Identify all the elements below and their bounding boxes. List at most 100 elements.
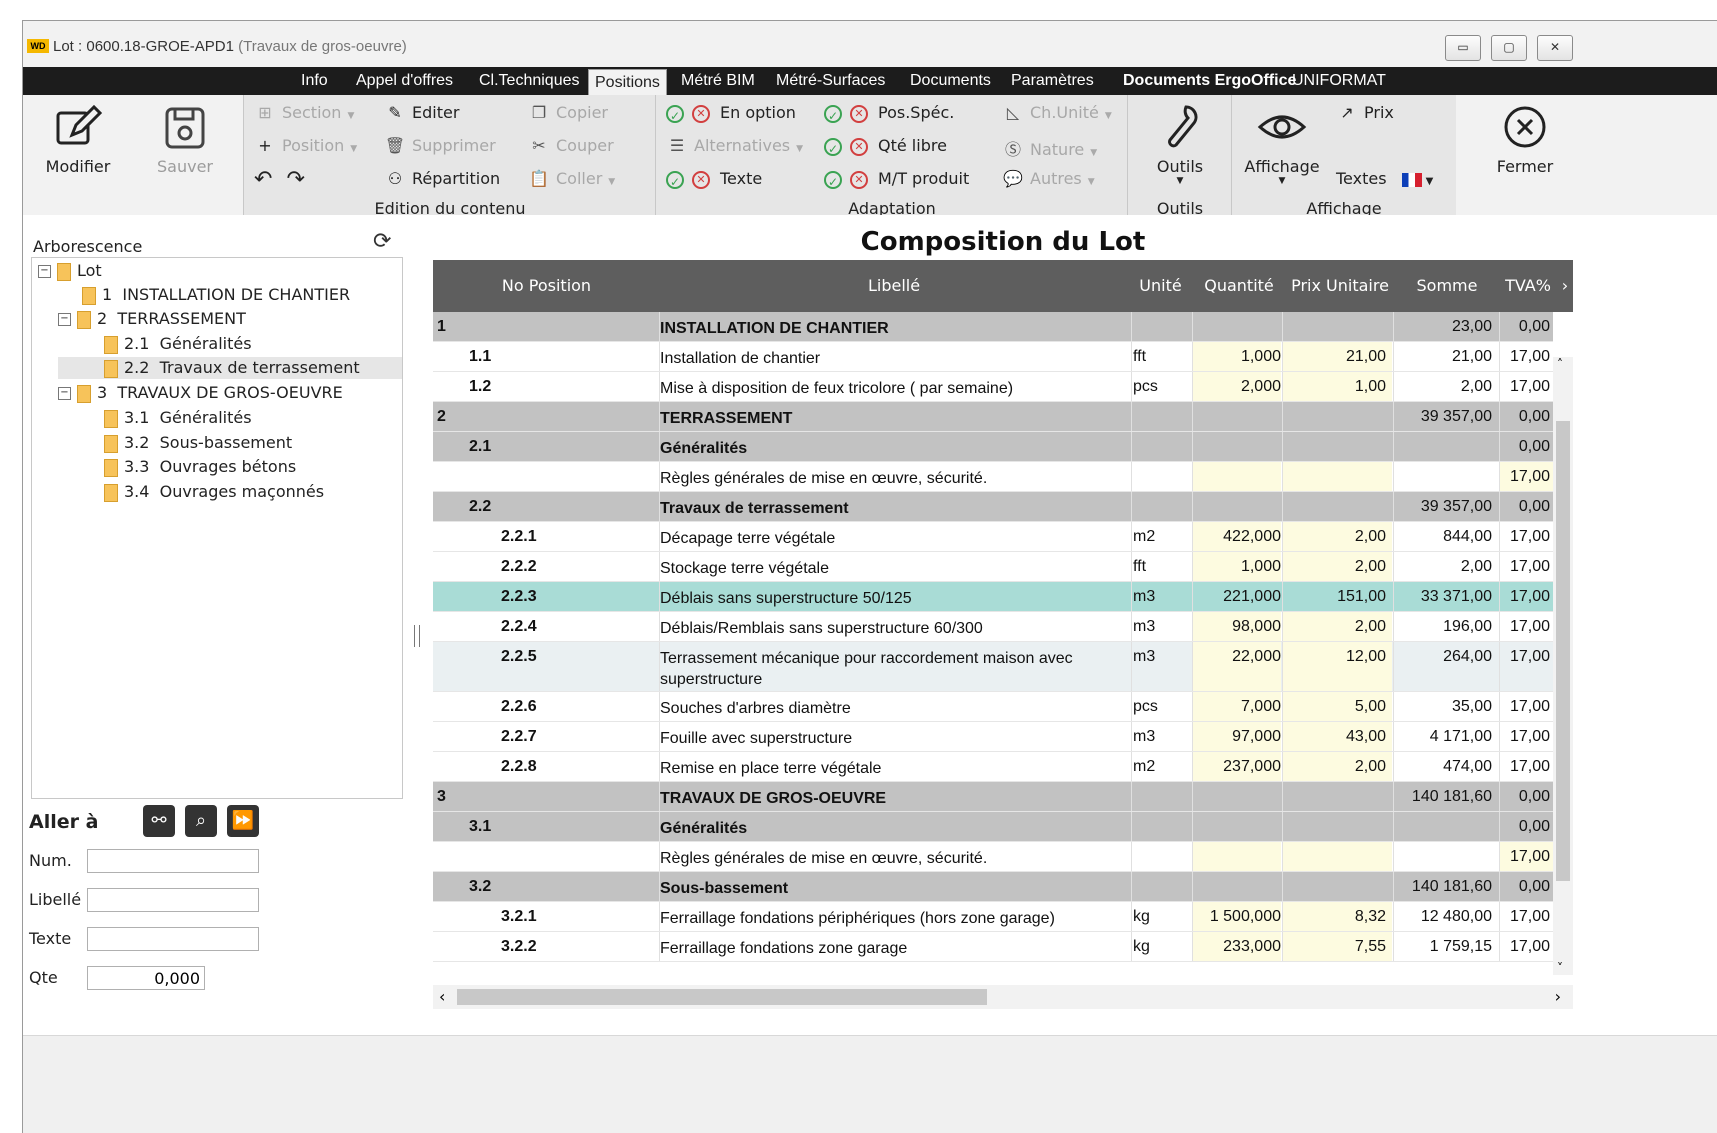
- cell-prix[interactable]: 5,00: [1282, 692, 1392, 721]
- cell-quantite[interactable]: 1,000: [1193, 342, 1281, 371]
- cell-tva[interactable]: 0,00: [1500, 492, 1553, 521]
- maximize-button[interactable]: ▢: [1491, 35, 1527, 61]
- horizontal-scroll-thumb[interactable]: [457, 989, 987, 1005]
- cell-prix[interactable]: [1282, 842, 1392, 871]
- sauver-button[interactable]: Sauver: [153, 103, 217, 176]
- vertical-scroll-thumb[interactable]: [1556, 421, 1570, 881]
- mt-produit-toggle[interactable]: ✓ ✕ M/T produit: [824, 169, 969, 189]
- collapse-icon[interactable]: −: [58, 387, 71, 400]
- undo-icon[interactable]: ↶: [254, 167, 272, 192]
- group-row[interactable]: 3.2 Sous-bassement 140 181,60 0,00: [433, 872, 1553, 902]
- cell-tva[interactable]: 0,00: [1500, 782, 1553, 811]
- table-row[interactable]: 2.2.4 Déblais/Remblais sans superstructur…: [433, 612, 1553, 642]
- cell-prix[interactable]: 12,00: [1282, 642, 1392, 691]
- cell-tva[interactable]: 17,00: [1500, 612, 1553, 641]
- cell-tva[interactable]: 0,00: [1500, 432, 1553, 461]
- cell-quantite[interactable]: 1,000: [1193, 552, 1281, 581]
- table-row[interactable]: Règles générales de mise en œuvre, sécur…: [433, 462, 1553, 492]
- pos-spec-toggle[interactable]: ✓ ✕ Pos.Spéc.: [824, 103, 954, 123]
- collapse-icon[interactable]: −: [38, 265, 51, 278]
- cell-prix[interactable]: [1282, 462, 1392, 491]
- menu-item-m-tr-surfaces[interactable]: Métré-Surfaces: [770, 67, 891, 95]
- cell-quantite[interactable]: 221,000: [1193, 582, 1281, 611]
- group-row[interactable]: 1 INSTALLATION DE CHANTIER 23,00 0,00: [433, 312, 1553, 342]
- menu-item-documents[interactable]: Documents: [904, 67, 997, 95]
- editer-button[interactable]: ✎ Editer: [384, 103, 459, 122]
- col-header-unite[interactable]: Unité: [1128, 260, 1193, 312]
- coller-button[interactable]: 📋 Coller ▼: [528, 169, 615, 188]
- cell-tva[interactable]: 0,00: [1500, 402, 1553, 431]
- tree-node[interactable]: 2.1 Généralités: [104, 333, 252, 355]
- cell-prix[interactable]: 2,00: [1282, 552, 1392, 581]
- cell-quantite[interactable]: [1193, 402, 1281, 431]
- tree-node[interactable]: 2.2 Travaux de terrassement: [58, 357, 402, 379]
- qte-libre-toggle[interactable]: ✓ ✕ Qté libre: [824, 136, 947, 156]
- table-row[interactable]: 2.2.8 Remise en place terre végétale m2 237…: [433, 752, 1553, 782]
- chevron-right-icon[interactable]: ›: [1557, 260, 1573, 312]
- cell-quantite[interactable]: [1193, 432, 1281, 461]
- supprimer-button[interactable]: 🗑 Supprimer: [384, 136, 496, 155]
- cell-prix[interactable]: 2,00: [1282, 752, 1392, 781]
- close-window-button[interactable]: ✕: [1537, 35, 1573, 61]
- cell-tva[interactable]: 17,00: [1500, 752, 1553, 781]
- cell-prix[interactable]: 2,00: [1282, 522, 1392, 551]
- cell-quantite[interactable]: 233,000: [1193, 932, 1281, 961]
- cell-prix[interactable]: 2,00: [1282, 612, 1392, 641]
- col-header-no[interactable]: No Position: [433, 260, 660, 312]
- autres-button[interactable]: 💬 Autres ▼: [1002, 169, 1095, 188]
- modifier-button[interactable]: Modifier: [43, 103, 113, 176]
- alternatives-button[interactable]: ☰ Alternatives ▼: [666, 136, 803, 155]
- cell-tva[interactable]: 0,00: [1500, 872, 1553, 901]
- cell-tva[interactable]: 17,00: [1500, 582, 1553, 611]
- cell-prix[interactable]: 43,00: [1282, 722, 1392, 751]
- cell-prix[interactable]: 21,00: [1282, 342, 1392, 371]
- section-button[interactable]: ⊞ Section ▼: [254, 103, 354, 122]
- menu-item-positions[interactable]: Positions: [588, 69, 667, 96]
- chevron-left-icon[interactable]: ‹: [439, 987, 445, 1006]
- cell-prix[interactable]: [1282, 432, 1392, 461]
- cell-quantite[interactable]: [1193, 842, 1281, 871]
- menu-item-appel-d-offres[interactable]: Appel d'offres: [350, 67, 459, 95]
- table-row[interactable]: Règles générales de mise en œuvre, sécur…: [433, 842, 1553, 872]
- col-header-libelle[interactable]: Libellé: [660, 260, 1128, 312]
- tree-node[interactable]: − 3 TRAVAUX DE GROS-OEUVRE: [58, 382, 343, 404]
- chevron-down-icon[interactable]: ˅: [1557, 961, 1563, 975]
- minimize-button[interactable]: ▭: [1445, 35, 1481, 61]
- search-icon[interactable]: ⌕: [185, 805, 217, 837]
- table-row[interactable]: 3.2.1 Ferraillage fondations périphérique…: [433, 902, 1553, 932]
- table-row[interactable]: 2.2.3 Déblais sans superstructure 50/125 m…: [433, 582, 1553, 612]
- cell-tva[interactable]: 17,00: [1500, 342, 1553, 371]
- tree-node[interactable]: − Lot: [38, 260, 102, 282]
- cell-tva[interactable]: 17,00: [1500, 722, 1553, 751]
- cell-prix[interactable]: [1282, 812, 1392, 841]
- tree-node[interactable]: 1 INSTALLATION DE CHANTIER: [82, 284, 350, 306]
- cell-tva[interactable]: 17,00: [1500, 692, 1553, 721]
- table-row[interactable]: 1.2 Mise à disposition de feux tricolore …: [433, 372, 1553, 402]
- table-row[interactable]: 2.2.5 Terrassement mécanique pour raccord…: [433, 642, 1553, 692]
- num-input[interactable]: [87, 849, 259, 873]
- cell-prix[interactable]: [1282, 782, 1392, 811]
- cell-tva[interactable]: 17,00: [1500, 842, 1553, 871]
- menu-item-param-tres[interactable]: Paramètres: [1005, 67, 1100, 95]
- menu-item-uniformat[interactable]: UNIFORMAT: [1286, 67, 1392, 95]
- qte-input[interactable]: 0,000: [87, 966, 205, 990]
- en-option-toggle[interactable]: ✓ ✕ En option: [666, 103, 796, 123]
- tree-node[interactable]: 3.2 Sous-bassement: [104, 432, 292, 454]
- group-row[interactable]: 3 TRAVAUX DE GROS-OEUVRE 140 181,60 0,00: [433, 782, 1553, 812]
- table-row[interactable]: 2.2.2 Stockage terre végétale fft 1,000 2,00…: [433, 552, 1553, 582]
- texte-toggle[interactable]: ✓ ✕ Texte: [666, 169, 762, 189]
- group-row[interactable]: 2.1 Généralités 0,00: [433, 432, 1553, 462]
- affichage-button[interactable]: Affichage ▼: [1238, 103, 1326, 186]
- cell-tva[interactable]: 0,00: [1500, 312, 1553, 341]
- cell-quantite[interactable]: [1193, 872, 1281, 901]
- nature-button[interactable]: Ⓢ Nature ▼: [1002, 136, 1097, 160]
- tree-node[interactable]: 3.3 Ouvrages bétons: [104, 456, 296, 478]
- cell-quantite[interactable]: 422,000: [1193, 522, 1281, 551]
- table-row[interactable]: 2.2.1 Décapage terre végétale m2 422,000 2,0…: [433, 522, 1553, 552]
- position-button[interactable]: + Position ▼: [254, 136, 357, 155]
- panel-splitter[interactable]: [414, 625, 420, 647]
- menu-item-m-tr-bim[interactable]: Métré BIM: [675, 67, 761, 95]
- chevron-up-icon[interactable]: ˄: [1557, 357, 1563, 371]
- cell-tva[interactable]: 17,00: [1500, 552, 1553, 581]
- cell-prix[interactable]: 151,00: [1282, 582, 1392, 611]
